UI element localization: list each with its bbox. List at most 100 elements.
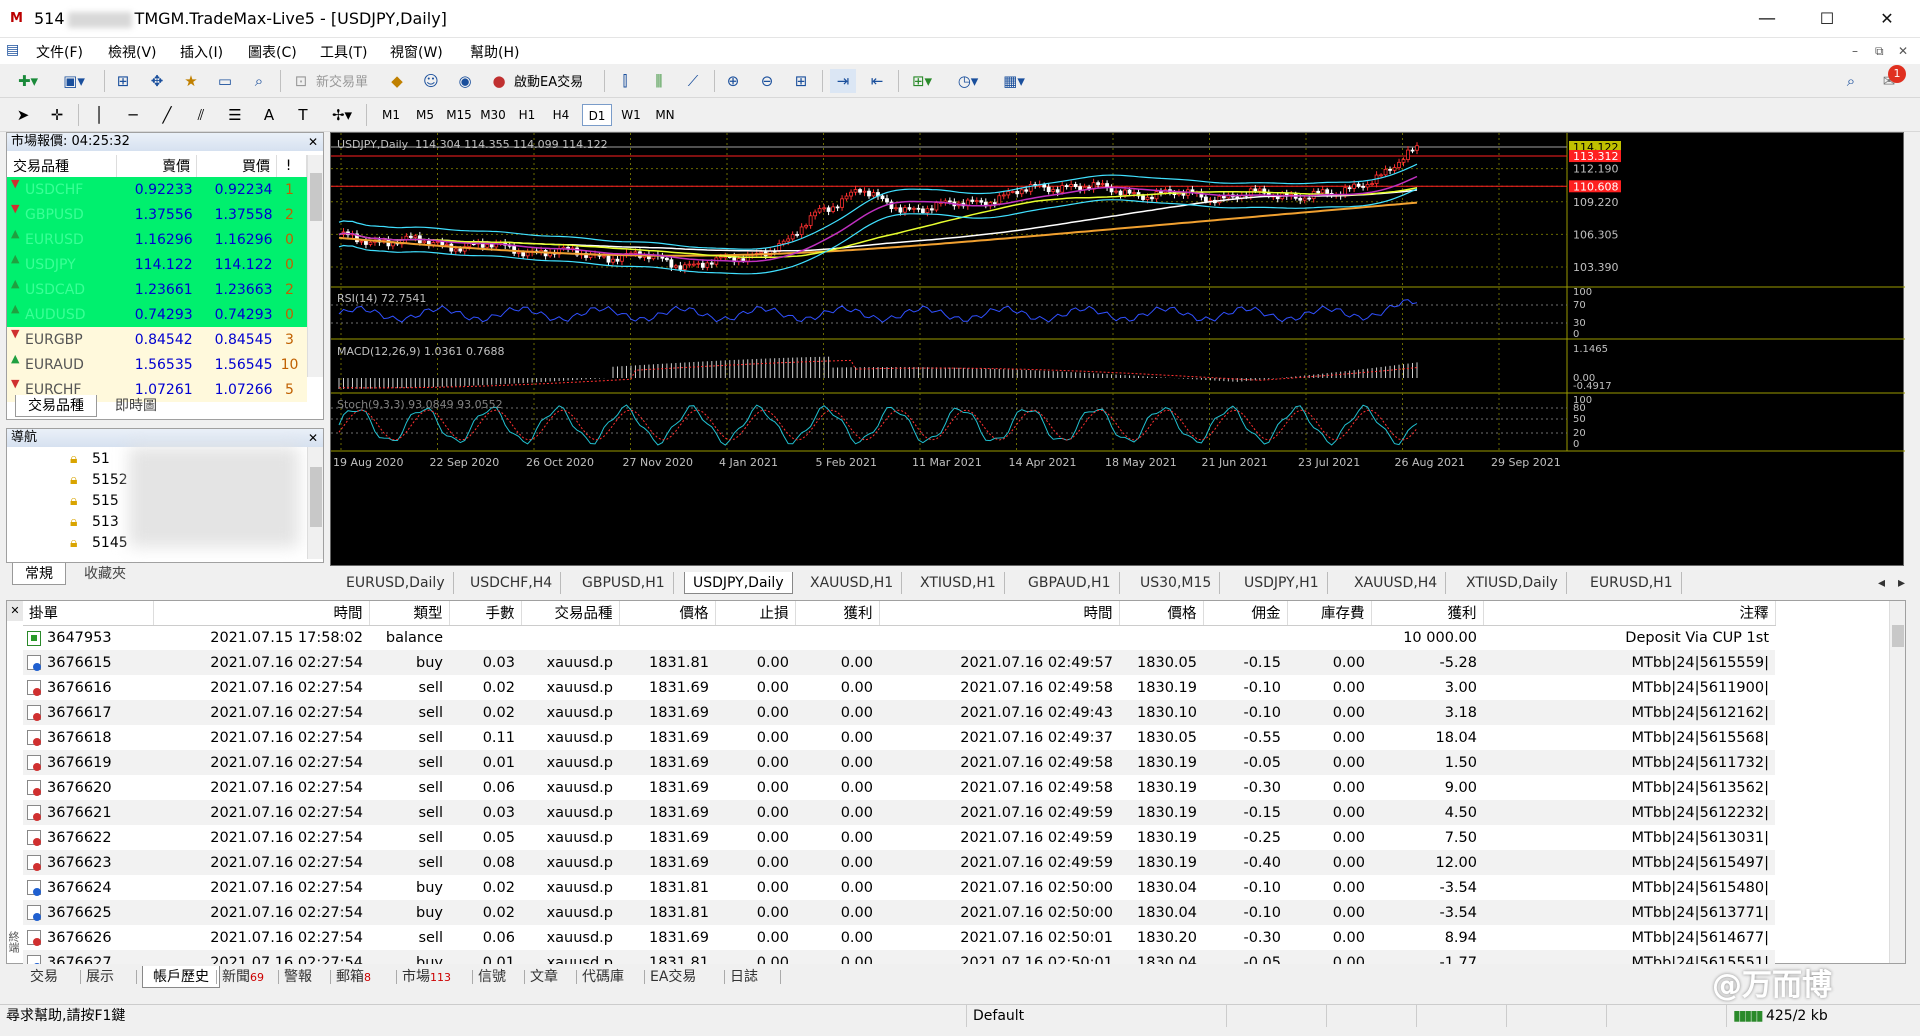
timeframe-h4[interactable]: H4 — [546, 104, 576, 126]
history-row[interactable]: 3676620 2021.07.16 02:27:54 sell 0.06 xauusd… — [23, 775, 1775, 800]
menu-insert[interactable]: 插入(I) — [180, 42, 223, 62]
history-col-7[interactable]: 獲利 — [795, 601, 880, 626]
menu-view[interactable]: 檢視(V) — [108, 42, 157, 62]
fibonacci-icon[interactable]: ☰ — [222, 103, 248, 127]
horizontal-line-icon[interactable]: ─ — [120, 103, 146, 127]
mdi-minimize-icon[interactable]: – — [1852, 44, 1858, 58]
nav-account-5[interactable]: 🔒︎ 5145 — [70, 533, 128, 553]
terminal-tab-2[interactable]: 帳戶歷史 — [142, 966, 220, 988]
chart-tab-usdjpy-h1[interactable]: USDJPY,H1 — [1236, 572, 1328, 594]
history-row[interactable]: 3676622 2021.07.16 02:27:54 sell 0.05 xauusd… — [23, 825, 1775, 850]
chart-tab-gbpaud-h1[interactable]: GBPAUD,H1 — [1020, 572, 1120, 594]
autoscroll-icon[interactable]: ⇥ — [830, 69, 856, 93]
navigator-icon[interactable]: ★ — [178, 69, 204, 93]
nav-account-4[interactable]: 🔒︎ 513 — [70, 512, 119, 532]
mw-col-spread[interactable]: ! — [276, 155, 307, 177]
chart-tab-usdchf-h4[interactable]: USDCHF,H4 — [462, 572, 562, 594]
history-col-1[interactable]: 時間 — [153, 601, 370, 626]
history-row[interactable]: 3676619 2021.07.16 02:27:54 sell 0.01 xauusd… — [23, 750, 1775, 775]
terminal-tab-0[interactable]: 交易 — [30, 966, 58, 988]
bar-chart-icon[interactable]: ⫿ — [612, 69, 638, 93]
history-row[interactable]: 3676617 2021.07.16 02:27:54 sell 0.02 xauusd… — [23, 700, 1775, 725]
mw-row-usdcad[interactable]: ▲ USDCAD 1.23661 1.23663 2 — [7, 277, 307, 302]
cursor-icon[interactable]: ➤ — [10, 103, 36, 127]
strategy-tester-icon[interactable]: ⌕ — [246, 69, 272, 93]
history-col-2[interactable]: 類型 — [369, 601, 450, 626]
tab-symbols[interactable]: 交易品種 — [15, 395, 97, 417]
mw-row-gbpusd[interactable]: ▼ GBPUSD 1.37556 1.37558 2 — [7, 202, 307, 227]
history-col-12[interactable]: 獲利 — [1371, 601, 1484, 626]
chart-tab-xauusd-h1[interactable]: XAUUSD,H1 — [802, 572, 903, 594]
mw-row-audusd[interactable]: ▲ AUDUSD 0.74293 0.74293 0 — [7, 302, 307, 327]
mw-row-eurgbp[interactable]: ▼ EURGBP 0.84542 0.84545 3 — [7, 327, 307, 352]
line-chart-icon[interactable]: ⟋ — [680, 69, 706, 93]
terminal-tab-9[interactable]: 代碼庫 — [582, 966, 624, 988]
signals-icon[interactable]: ◉ — [452, 69, 478, 93]
channel-icon[interactable]: ⫽ — [188, 103, 214, 127]
menu-window[interactable]: 視窗(W) — [390, 42, 443, 62]
templates-icon[interactable]: ▦▾ — [996, 69, 1032, 93]
history-col-4[interactable]: 交易品種 — [521, 601, 620, 626]
mw-row-euraud[interactable]: ▲ EURAUD 1.56535 1.56545 10 — [7, 352, 307, 377]
close-button[interactable]: ✕ — [1858, 0, 1916, 38]
new-order-button[interactable]: 新交易單 — [316, 71, 368, 90]
mdi-restore-icon[interactable]: ⧉ — [1875, 44, 1884, 59]
tab-tick-chart[interactable]: 即時圖 — [103, 395, 169, 417]
nav-account-3[interactable]: 🔒︎ 515 — [70, 491, 119, 511]
timeframe-m1[interactable]: M1 — [376, 104, 406, 126]
chart-tab-xauusd-h4[interactable]: XAUUSD,H4 — [1346, 572, 1447, 594]
chart-tab-eurusd-daily[interactable]: EURUSD,Daily — [338, 572, 454, 594]
history-col-13[interactable]: 注釋 — [1483, 601, 1776, 626]
history-row[interactable]: 3676621 2021.07.16 02:27:54 sell 0.03 xauusd… — [23, 800, 1775, 825]
menu-help[interactable]: 幫助(H) — [470, 42, 519, 62]
mw-row-usdjpy[interactable]: ▲ USDJPY 114.122 114.122 0 — [7, 252, 307, 277]
terminal-tab-4[interactable]: 警報 — [284, 966, 312, 988]
tile-windows-icon[interactable]: ⊞ — [788, 69, 814, 93]
market-watch-close-icon[interactable]: ✕ — [308, 133, 318, 151]
terminal-scrollbar[interactable] — [1889, 601, 1905, 963]
maximize-button[interactable]: ☐ — [1798, 0, 1856, 38]
text-icon[interactable]: A — [256, 103, 282, 127]
timeframe-d1[interactable]: D1 — [582, 104, 612, 126]
mdi-close-icon[interactable]: ✕ — [1898, 44, 1908, 58]
history-row[interactable]: 3676623 2021.07.16 02:27:54 sell 0.08 xauusd… — [23, 850, 1775, 875]
timeframe-m30[interactable]: M30 — [478, 104, 508, 126]
tab-favorites[interactable]: 收藏夾 — [72, 563, 138, 585]
history-row[interactable]: 3676615 2021.07.16 02:27:54 buy 0.03 xauusd.… — [23, 650, 1775, 675]
terminal-tab-11[interactable]: 日誌 — [730, 966, 758, 988]
terminal-icon[interactable]: ▭ — [212, 69, 238, 93]
periods-icon[interactable]: ◷▾ — [950, 69, 986, 93]
history-col-9[interactable]: 價格 — [1119, 601, 1204, 626]
search-icon[interactable]: ⌕ — [1838, 69, 1864, 93]
menu-chart[interactable]: 圖表(C) — [248, 42, 297, 62]
history-col-8[interactable]: 時間 — [879, 601, 1120, 626]
history-col-3[interactable]: 手數 — [449, 601, 522, 626]
arrows-icon[interactable]: ✢▾ — [324, 103, 360, 127]
minimize-button[interactable]: — — [1738, 0, 1796, 38]
tab-common[interactable]: 常規 — [12, 563, 66, 585]
chart-shift-icon[interactable]: ⇤ — [864, 69, 890, 93]
trendline-icon[interactable]: ╱ — [154, 103, 180, 127]
chart-tab-xtiusd-daily[interactable]: XTIUSD,Daily — [1458, 572, 1567, 594]
chart-tab-eurusd-h1[interactable]: EURUSD,H1 — [1582, 572, 1682, 594]
market-watch-icon[interactable]: ⊞ — [110, 69, 136, 93]
mw-row-usdchf[interactable]: ▼ USDCHF 0.92233 0.92234 1 — [7, 177, 307, 202]
terminal-tab-6[interactable]: 市場113 — [402, 966, 451, 988]
timeframe-m15[interactable]: M15 — [444, 104, 474, 126]
metaeditor-icon[interactable]: ◆ — [384, 69, 410, 93]
menu-file[interactable]: 文件(F) — [36, 42, 83, 62]
profiles-icon[interactable]: ▣▾ — [56, 69, 92, 93]
timeframe-mn[interactable]: MN — [650, 104, 680, 126]
history-col-0[interactable]: 掛單 — [23, 601, 154, 626]
timeframe-h1[interactable]: H1 — [512, 104, 542, 126]
crosshair-icon[interactable]: ✛ — [44, 103, 70, 127]
nav-account-2[interactable]: 🔒︎ 5152 — [70, 470, 128, 490]
history-row[interactable]: 3676626 2021.07.16 02:27:54 sell 0.06 xauusd… — [23, 925, 1775, 950]
new-order-icon[interactable]: ⊡ — [288, 69, 314, 93]
mw-col-symbol[interactable]: 交易品種 — [7, 155, 118, 177]
candlestick-icon[interactable]: ⫼ — [646, 69, 672, 93]
mdi-app-icon[interactable]: ▤ — [6, 42, 19, 58]
terminal-tab-5[interactable]: 郵箱8 — [336, 966, 371, 988]
metaquotes-icon[interactable]: ☺ — [418, 69, 444, 93]
nav-account-1[interactable]: 🔒︎ 51 — [70, 449, 110, 469]
